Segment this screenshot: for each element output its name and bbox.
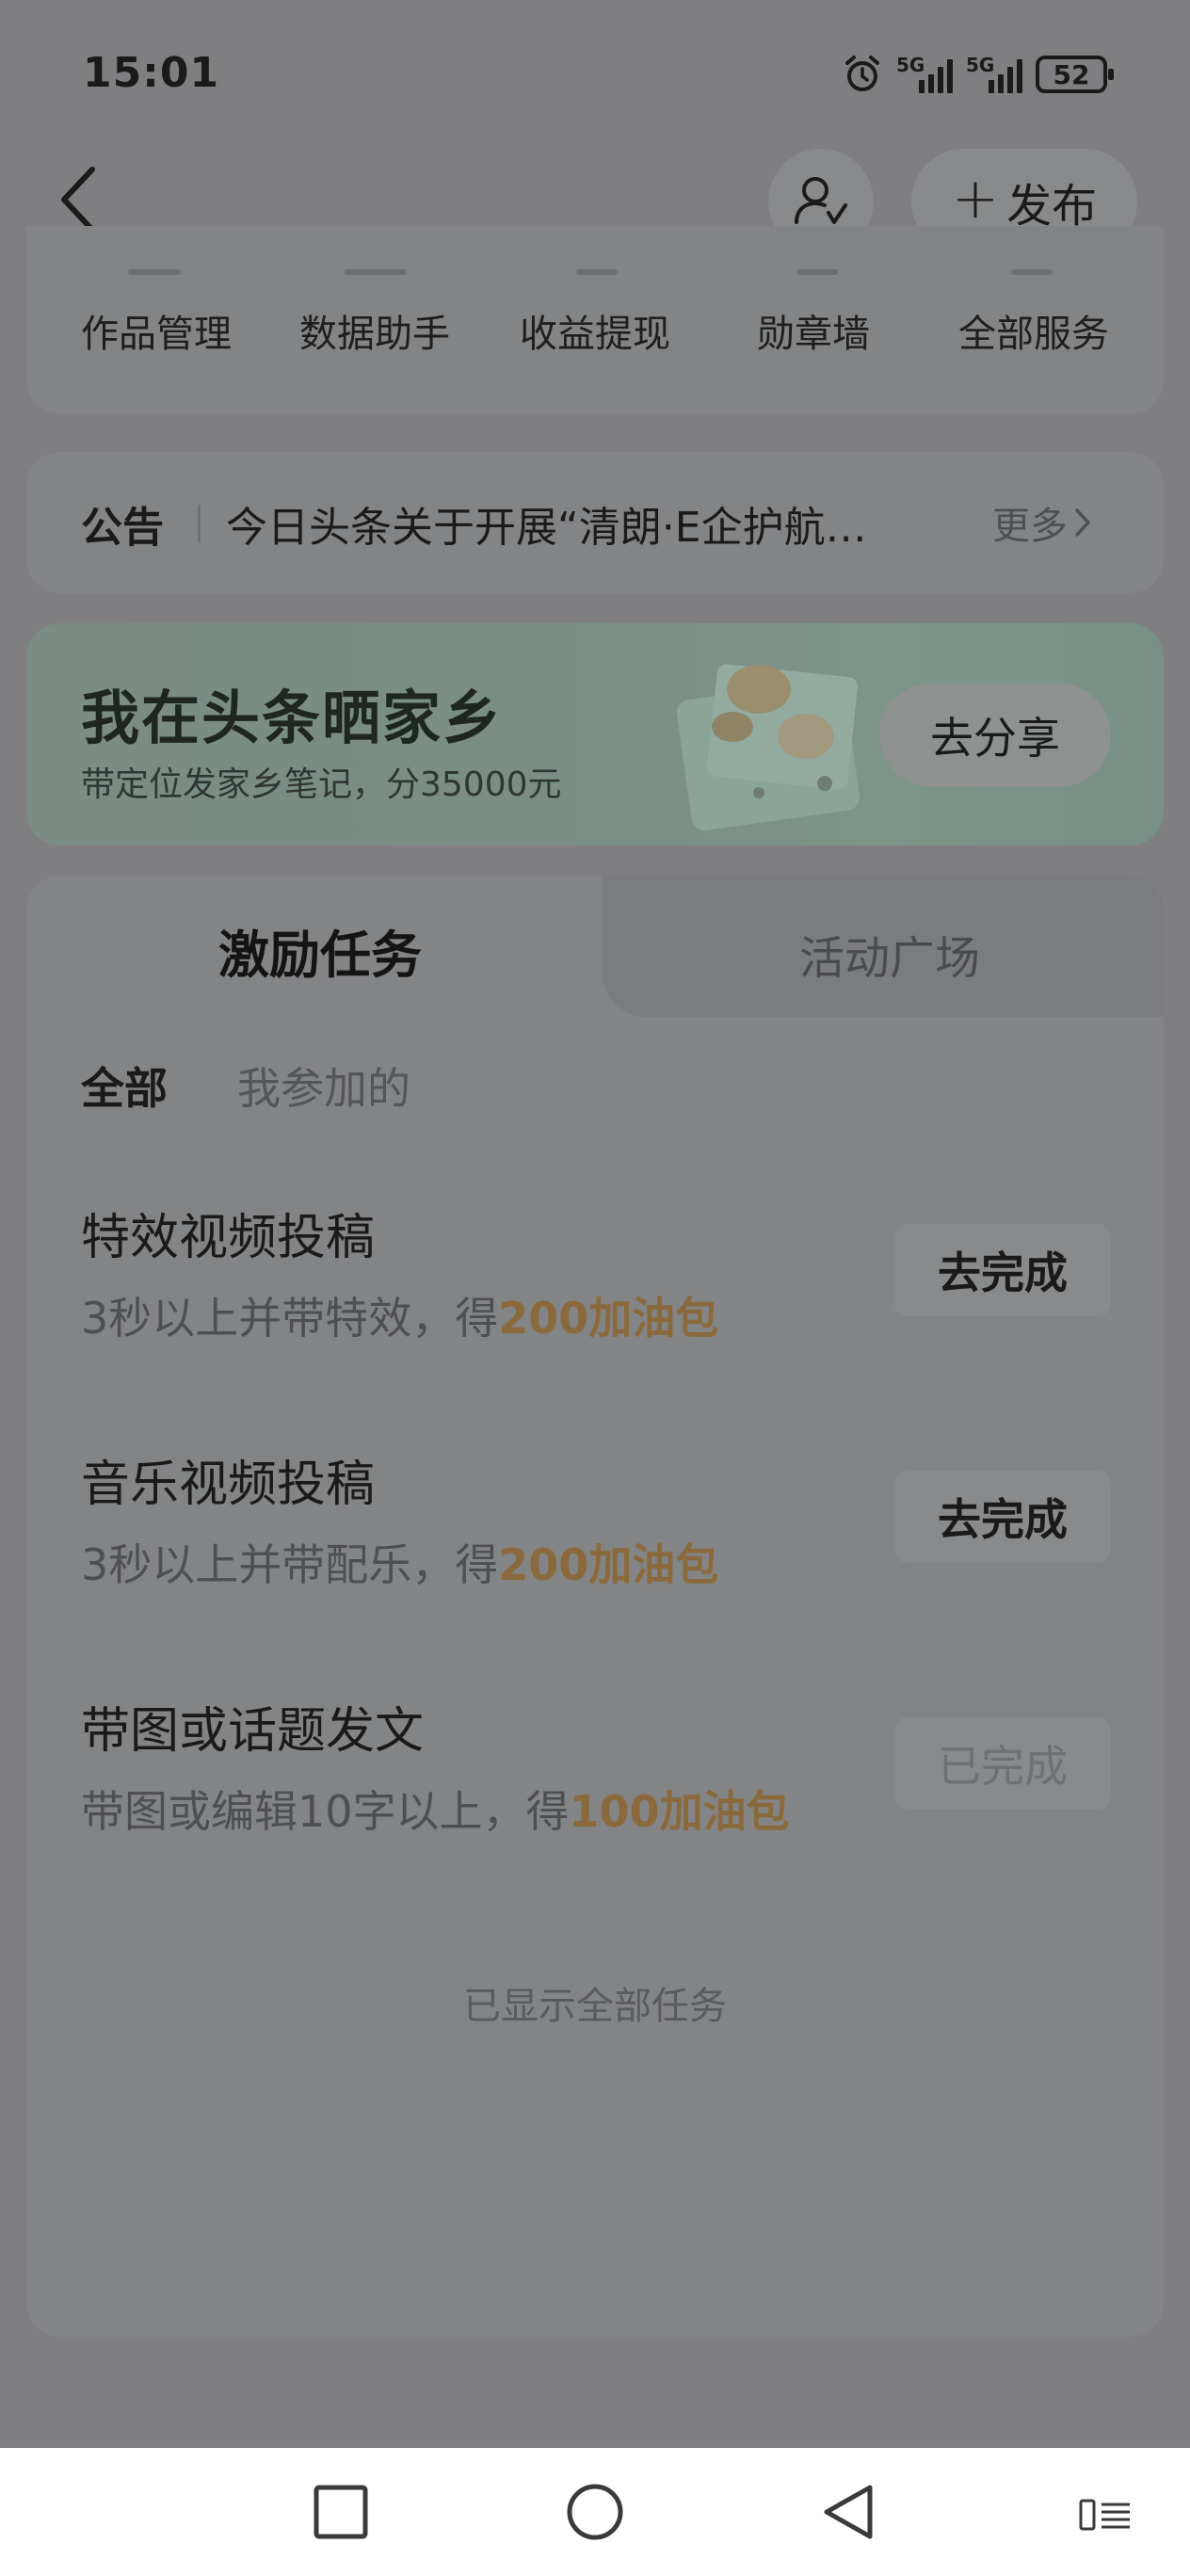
service-all-services[interactable]: 全部服务 <box>940 303 1128 358</box>
filter-joined[interactable]: 我参加的 <box>237 1055 410 1117</box>
banner-illustration <box>676 664 860 831</box>
service-earnings-withdraw[interactable]: 收益提现 <box>501 303 689 358</box>
task-title: 带图或话题发文 <box>81 1703 425 1760</box>
floating-menu-icon[interactable] <box>1077 2497 1134 2535</box>
service-works-management[interactable]: 作品管理 <box>62 303 250 358</box>
task-reward: 200加油包 <box>498 1293 719 1344</box>
notice-more-label: 更多 <box>992 505 1068 548</box>
task-title: 音乐视频投稿 <box>81 1457 376 1513</box>
chevron-right-icon <box>1075 508 1090 537</box>
user-check-icon <box>795 177 847 224</box>
notice-divider <box>198 505 201 542</box>
task-desc: 3秒以上并带配乐，得200加油包 <box>81 1531 718 1593</box>
service-icon-stub <box>128 269 181 275</box>
task-title: 特效视频投稿 <box>81 1210 376 1266</box>
service-icon-stub <box>1011 269 1053 275</box>
banner-subtitle: 带定位发家乡笔记，分35000元 <box>81 765 562 804</box>
status-icons: 5G 5G 52 <box>842 51 1114 98</box>
home-icon[interactable] <box>561 2478 629 2546</box>
tasks-panel <box>26 876 1164 2337</box>
service-icon-stub <box>576 269 618 275</box>
notice-label: 公告 <box>81 504 164 552</box>
recent-apps-icon[interactable] <box>307 2478 375 2546</box>
alarm-icon <box>845 56 879 91</box>
task-go-complete-button[interactable]: 去完成 <box>894 1224 1111 1316</box>
task-completed-button: 已完成 <box>894 1717 1111 1810</box>
signal-5g-icon: 5G <box>896 54 953 93</box>
status-time: 15:01 <box>83 49 220 97</box>
battery-icon: 52 <box>1036 56 1114 93</box>
task-reward: 100加油包 <box>569 1786 790 1837</box>
signal-label: 5G <box>966 54 995 76</box>
plus-icon: + <box>951 166 1000 232</box>
service-data-assistant[interactable]: 数据助手 <box>281 303 469 358</box>
task-desc-text: 3秒以上并带配乐，得 <box>81 1539 499 1590</box>
share-button[interactable]: 去分享 <box>879 684 1111 787</box>
service-icon-stub <box>796 269 838 275</box>
signal-5g-icon: 5G <box>966 54 1022 93</box>
filter-all[interactable]: 全部 <box>81 1055 168 1117</box>
signal-label: 5G <box>896 54 925 76</box>
back-triangle-icon[interactable] <box>815 2478 883 2546</box>
task-reward: 200加油包 <box>498 1539 719 1590</box>
publish-label: 发布 <box>1006 180 1098 233</box>
service-medal-wall[interactable]: 勋章墙 <box>719 303 908 358</box>
task-desc: 3秒以上并带特效，得200加油包 <box>81 1284 718 1346</box>
tab-activity-square[interactable]: 活动广场 <box>621 921 1158 987</box>
task-go-complete-button[interactable]: 去完成 <box>894 1471 1111 1563</box>
all-tasks-shown-text: 已显示全部任务 <box>463 1985 727 2028</box>
notice-text[interactable]: 今日头条关于开展“清朗·E企护航… <box>226 493 941 554</box>
service-icon-stub <box>345 269 407 275</box>
task-desc-text: 3秒以上并带特效，得 <box>81 1293 499 1344</box>
task-desc: 带图或编辑10字以上，得100加油包 <box>81 1778 790 1840</box>
task-desc-text: 带图或编辑10字以上，得 <box>81 1786 570 1837</box>
banner-title: 我在头条晒家乡 <box>81 684 504 752</box>
notice-more-link[interactable]: 更多 <box>992 495 1092 550</box>
tab-incentive-tasks[interactable]: 激励任务 <box>38 913 603 988</box>
